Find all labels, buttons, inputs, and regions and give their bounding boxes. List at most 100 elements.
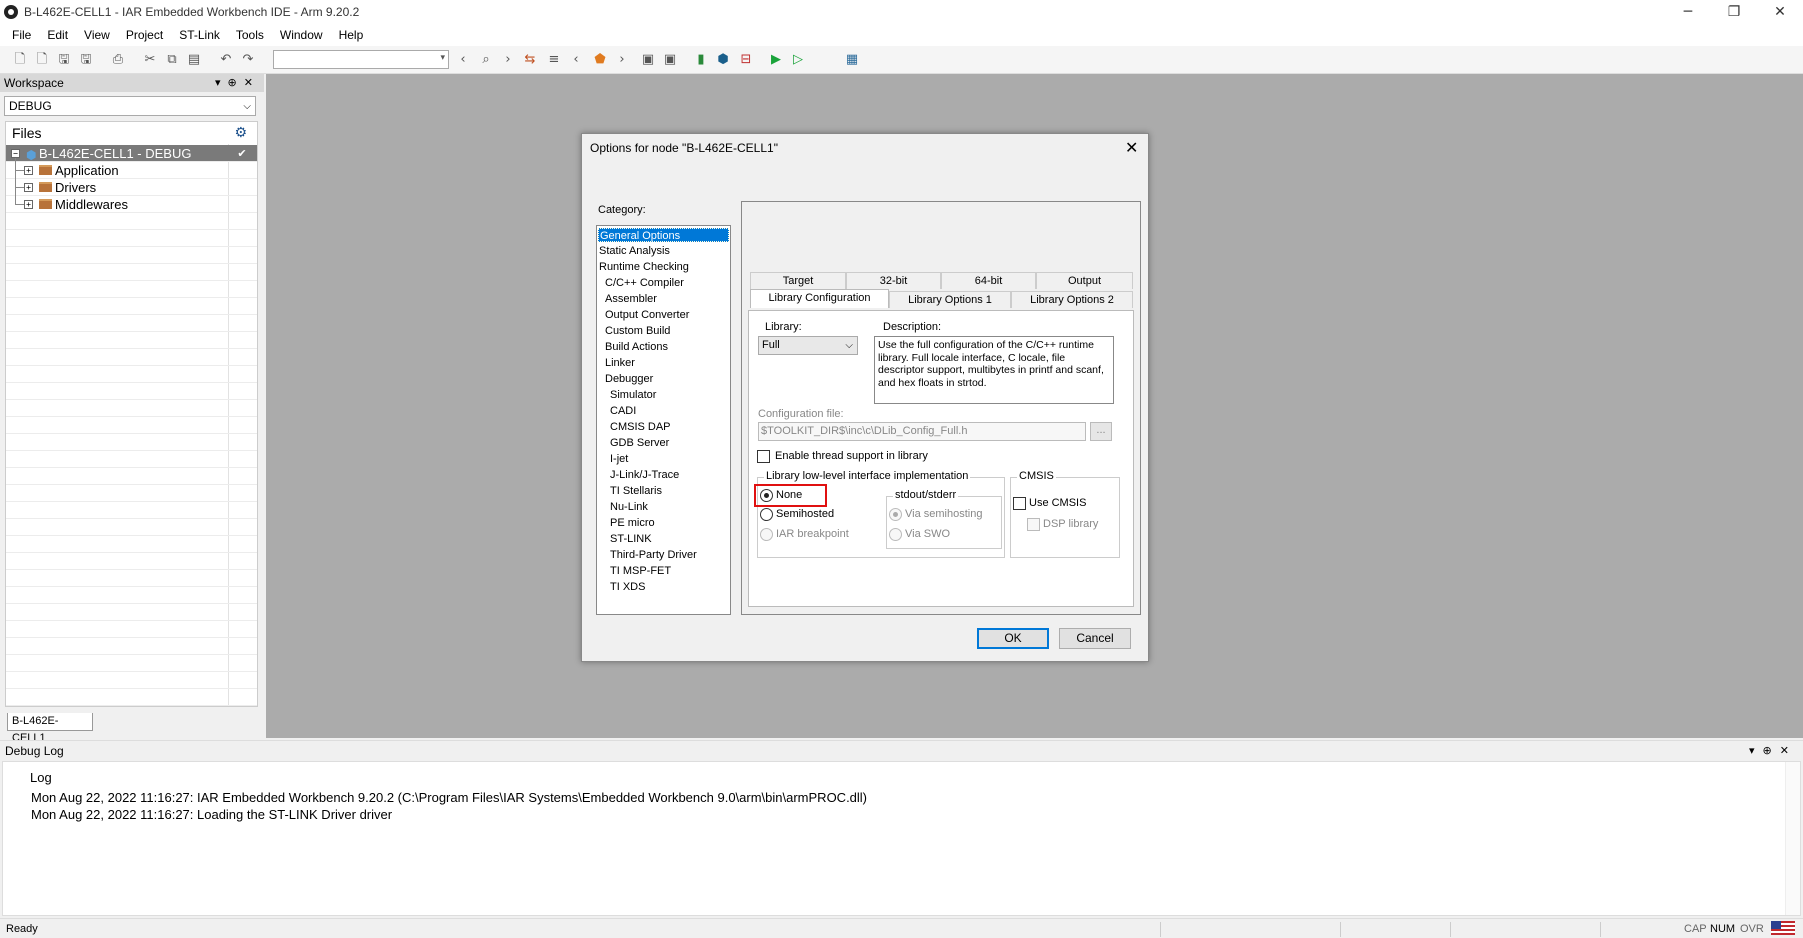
save-icon[interactable]: 🖫: [56, 52, 72, 68]
config-file-input[interactable]: $TOOLKIT_DIR$\inc\c\DLib_Config_Full.h: [758, 422, 1086, 441]
radio-via-semihosting[interactable]: [889, 508, 902, 521]
close-window-button[interactable]: ✕: [1757, 0, 1803, 24]
category-item[interactable]: ST-LINK: [610, 532, 652, 546]
category-item[interactable]: Assembler: [605, 292, 657, 306]
replace-icon[interactable]: ⇆: [522, 52, 538, 68]
breakpoint-icon[interactable]: ⊟: [738, 52, 754, 68]
find-icon[interactable]: ⌕: [478, 52, 494, 68]
minimize-button[interactable]: ─: [1665, 0, 1711, 24]
tree-item-drivers[interactable]: + Drivers: [6, 179, 257, 196]
copy-icon[interactable]: ⧉: [164, 52, 180, 68]
dsp-library-checkbox[interactable]: [1027, 518, 1040, 531]
category-item[interactable]: GDB Server: [610, 436, 669, 450]
new-file-icon[interactable]: 🗋: [34, 52, 50, 68]
iar-app-icon: [4, 5, 18, 19]
stop-build-icon[interactable]: ▮: [693, 52, 709, 68]
gear-icon[interactable]: ⚙: [234, 122, 247, 144]
debug-hex-icon[interactable]: ⬢: [715, 52, 731, 68]
back-icon[interactable]: ‹: [455, 52, 471, 68]
folder-icon: [39, 165, 52, 175]
tab-64-bit[interactable]: 64-bit: [941, 272, 1036, 289]
make-icon[interactable]: ▣: [662, 52, 678, 68]
print-icon[interactable]: ⎙: [110, 52, 126, 68]
collapse-icon[interactable]: −: [11, 149, 20, 158]
category-item[interactable]: Third-Party Driver: [610, 548, 697, 562]
tab-library-options-2[interactable]: Library Options 2: [1011, 291, 1133, 308]
config-file-label: Configuration file:: [758, 408, 844, 420]
undo-icon[interactable]: ↶: [218, 52, 234, 68]
find-next-icon[interactable]: ›: [500, 52, 516, 68]
menu-edit[interactable]: Edit: [39, 28, 76, 42]
category-item[interactable]: Nu-Link: [610, 500, 648, 514]
category-item[interactable]: Linker: [605, 356, 635, 370]
category-item[interactable]: General Options: [598, 228, 729, 242]
nav-back-icon[interactable]: ‹: [568, 52, 584, 68]
workspace-title: Workspace: [4, 76, 64, 90]
tab-output[interactable]: Output: [1036, 272, 1133, 289]
library-select[interactable]: Full ⌵: [758, 336, 858, 355]
workspace-tab[interactable]: B-L462E-CELL1: [7, 713, 93, 744]
category-item[interactable]: Static Analysis: [599, 244, 670, 258]
close-icon[interactable]: ✕: [1125, 138, 1138, 157]
menu-view[interactable]: View: [76, 28, 118, 42]
menu-window[interactable]: Window: [272, 28, 331, 42]
log-scrollbar[interactable]: [1785, 762, 1800, 915]
tab-target[interactable]: Target: [750, 272, 846, 289]
menu-st-link[interactable]: ST-Link: [171, 28, 228, 42]
menu-file[interactable]: File: [4, 28, 39, 42]
folder-icon: [39, 182, 52, 192]
bookmark-icon[interactable]: ⬟: [592, 52, 608, 68]
category-item[interactable]: Build Actions: [605, 340, 668, 354]
panel-controls[interactable]: ▾⊕✕: [1749, 741, 1797, 761]
radio-iar-breakpoint[interactable]: [760, 528, 773, 541]
download-debug-icon[interactable]: ▶: [768, 52, 784, 68]
category-item[interactable]: I-jet: [610, 452, 628, 466]
panel-controls[interactable]: ▾⊕✕: [215, 74, 260, 92]
use-cmsis-checkbox[interactable]: [1013, 497, 1026, 510]
menu-project[interactable]: Project: [118, 28, 171, 42]
category-item[interactable]: Output Converter: [605, 308, 689, 322]
cancel-button[interactable]: Cancel: [1059, 628, 1131, 649]
compile-icon[interactable]: ▣: [640, 52, 656, 68]
category-item[interactable]: TI MSP-FET: [610, 564, 671, 578]
category-item[interactable]: J-Link/J-Trace: [610, 468, 679, 482]
tree-item-application[interactable]: + Application: [6, 158, 257, 179]
find-combo[interactable]: ▾: [273, 50, 449, 69]
expand-icon[interactable]: +: [24, 183, 33, 192]
cut-icon[interactable]: ✂: [142, 52, 158, 68]
goto-line-icon[interactable]: ≡: [546, 52, 562, 68]
menu-help[interactable]: Help: [331, 28, 372, 42]
browse-button[interactable]: ...: [1090, 422, 1112, 441]
redo-icon[interactable]: ↷: [240, 52, 256, 68]
menu-tools[interactable]: Tools: [228, 28, 272, 42]
tab-library-options-1[interactable]: Library Options 1: [889, 291, 1011, 308]
category-item[interactable]: TI Stellaris: [610, 484, 662, 498]
category-item[interactable]: CMSIS DAP: [610, 420, 671, 434]
tree-item-middlewares[interactable]: + Middlewares: [6, 196, 257, 213]
paste-icon[interactable]: ▤: [186, 52, 202, 68]
category-item[interactable]: PE micro: [610, 516, 655, 530]
tree-item-project[interactable]: − ⬢ B-L462E-CELL1 - DEBUG ✔: [6, 145, 257, 162]
multicore-icon[interactable]: ▦: [844, 52, 860, 68]
category-item[interactable]: Debugger: [605, 372, 653, 386]
expand-icon[interactable]: +: [24, 166, 33, 175]
category-item[interactable]: Simulator: [610, 388, 656, 402]
thread-support-checkbox[interactable]: [757, 450, 770, 463]
save-all-icon[interactable]: 🖫: [78, 52, 94, 68]
tab-library-configuration[interactable]: Library Configuration: [750, 289, 889, 308]
tab-32-bit[interactable]: 32-bit: [846, 272, 941, 289]
category-item[interactable]: TI XDS: [610, 580, 645, 594]
new-workspace-icon[interactable]: 🗋: [12, 52, 28, 68]
debug-without-download-icon[interactable]: ▷: [790, 52, 806, 68]
radio-semihosted[interactable]: [760, 508, 773, 521]
ok-button[interactable]: OK: [977, 628, 1049, 649]
nav-forward-icon[interactable]: ›: [614, 52, 630, 68]
configuration-select[interactable]: DEBUG ⌵: [4, 96, 256, 116]
category-item[interactable]: Runtime Checking: [599, 260, 689, 274]
radio-via-swo[interactable]: [889, 528, 902, 541]
restore-button[interactable]: ❐: [1711, 0, 1757, 24]
category-item[interactable]: Custom Build: [605, 324, 670, 338]
category-item[interactable]: C/C++ Compiler: [605, 276, 684, 290]
category-item[interactable]: CADI: [610, 404, 636, 418]
expand-icon[interactable]: +: [24, 200, 33, 209]
